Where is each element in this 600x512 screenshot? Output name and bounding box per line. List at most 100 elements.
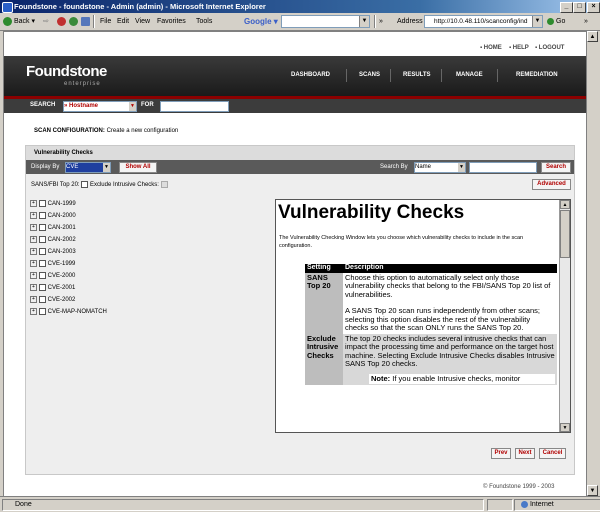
scroll-down-icon[interactable]: ▼ bbox=[560, 423, 570, 432]
minimize-button[interactable]: _ bbox=[560, 2, 573, 13]
tree-item-label: CAN-2002 bbox=[47, 237, 76, 244]
description-cell: Choose this option to automatically sele… bbox=[343, 272, 557, 334]
back-button[interactable]: Back ▾ bbox=[3, 16, 35, 27]
go-button[interactable]: Go bbox=[547, 16, 565, 27]
tree-checkbox[interactable] bbox=[39, 200, 46, 207]
home-icon bbox=[81, 16, 90, 26]
help-link[interactable]: ▪ HELP bbox=[509, 45, 529, 51]
vuln-search-input[interactable] bbox=[469, 162, 537, 173]
advanced-button[interactable]: Advanced bbox=[532, 179, 571, 190]
prev-button[interactable]: Prev bbox=[491, 448, 511, 459]
tree-item[interactable]: + CVE-1999 bbox=[30, 260, 75, 267]
scroll-up-icon[interactable]: ▲ bbox=[560, 200, 570, 209]
tree-checkbox[interactable] bbox=[39, 296, 46, 303]
tree-item[interactable]: + CVE-2002 bbox=[30, 296, 75, 303]
window-title-bar: Foundstone - foundstone - Admin (admin) … bbox=[0, 0, 600, 13]
search-field-select[interactable]: » Hostname ▼ bbox=[63, 101, 137, 112]
top-utility-nav: ▪ HOME ▪ HELP ▪ LOGOUT bbox=[4, 32, 587, 56]
home-button[interactable] bbox=[81, 16, 92, 27]
tree-item-label: CVE-2000 bbox=[47, 273, 76, 280]
tree-item[interactable]: + CAN-2003 bbox=[30, 248, 76, 255]
home-link[interactable]: ▪ HOME bbox=[480, 45, 502, 51]
browser-content: ▪ HOME ▪ HELP ▪ LOGOUT Foundstone enterp… bbox=[3, 31, 588, 498]
sans-top20-checkbox[interactable] bbox=[81, 181, 89, 188]
search-by-select[interactable]: Name ▼ bbox=[414, 162, 466, 173]
nav-results[interactable]: RESULTS bbox=[403, 72, 431, 78]
logout-link[interactable]: ▪ LOGOUT bbox=[535, 45, 564, 51]
tree-item-label: CAN-2000 bbox=[47, 213, 76, 220]
nav-manage[interactable]: MANAGE bbox=[456, 72, 483, 78]
expand-icon[interactable]: + bbox=[30, 224, 37, 231]
tree-checkbox[interactable] bbox=[39, 248, 46, 255]
next-button[interactable]: Next bbox=[515, 448, 535, 459]
tree-item[interactable]: + CVE-MAP-NOMATCH bbox=[30, 308, 107, 315]
description-paragraph: Choose this option to automatically sele… bbox=[345, 272, 551, 299]
ie-logo-icon: » bbox=[379, 18, 383, 25]
menu-view[interactable]: View bbox=[135, 16, 150, 27]
expand-icon[interactable]: + bbox=[30, 212, 37, 219]
tree-item-label: CVE-2001 bbox=[47, 285, 76, 292]
tree-checkbox[interactable] bbox=[39, 212, 46, 219]
tree-item[interactable]: + CVE-2001 bbox=[30, 284, 75, 291]
nav-remediation[interactable]: REMEDIATION bbox=[516, 72, 558, 78]
menu-file[interactable]: File bbox=[100, 16, 111, 27]
page-scrollbar[interactable]: ▲ ▼ bbox=[586, 31, 599, 496]
tree-item[interactable]: + CVE-2000 bbox=[30, 272, 75, 279]
address-input[interactable]: http://10.0.48.110/scanconfig/ind ▼ bbox=[424, 15, 543, 28]
search-input[interactable] bbox=[160, 101, 229, 112]
tree-checkbox[interactable] bbox=[39, 224, 46, 231]
security-zone: Internet bbox=[514, 499, 600, 511]
scroll-thumb[interactable] bbox=[560, 210, 570, 258]
forward-button[interactable]: ⇨ bbox=[43, 16, 49, 27]
nav-scans[interactable]: SCANS bbox=[359, 72, 380, 78]
expand-icon[interactable]: + bbox=[30, 296, 37, 303]
cancel-button[interactable]: Cancel bbox=[539, 448, 566, 459]
tree-checkbox[interactable] bbox=[39, 272, 46, 279]
expand-icon[interactable]: + bbox=[30, 248, 37, 255]
tree-item[interactable]: + CAN-2002 bbox=[30, 236, 76, 243]
expand-icon[interactable]: + bbox=[30, 200, 37, 207]
expand-icon[interactable]: + bbox=[30, 236, 37, 243]
search-button[interactable]: Search bbox=[541, 162, 571, 173]
scroll-down-icon[interactable]: ▼ bbox=[587, 485, 598, 496]
for-label: FOR bbox=[141, 102, 154, 108]
globe-icon bbox=[521, 500, 528, 508]
stop-icon bbox=[57, 16, 66, 26]
expand-icon[interactable]: + bbox=[30, 308, 37, 315]
google-toolbar-button[interactable]: Google ▾ bbox=[244, 16, 278, 27]
sans-top20-label: SANS/FBI Top 20: bbox=[31, 182, 80, 189]
nav-dashboard[interactable]: DASHBOARD bbox=[291, 72, 330, 78]
address-label: Address bbox=[397, 18, 423, 25]
menu-tools[interactable]: Tools bbox=[196, 16, 212, 27]
tree-checkbox[interactable] bbox=[39, 308, 46, 315]
close-button[interactable]: × bbox=[587, 2, 600, 13]
show-all-button[interactable]: Show All bbox=[119, 162, 157, 173]
display-by-select[interactable]: CVE ▼ bbox=[65, 162, 111, 173]
links-chevron[interactable]: » bbox=[584, 16, 588, 27]
stop-button[interactable] bbox=[57, 16, 68, 27]
menu-edit[interactable]: Edit bbox=[117, 16, 129, 27]
help-scrollbar[interactable]: ▲ ▼ bbox=[559, 200, 570, 432]
tree-checkbox[interactable] bbox=[39, 260, 46, 267]
refresh-button[interactable] bbox=[69, 16, 80, 27]
expand-icon[interactable]: + bbox=[30, 272, 37, 279]
menu-favorites[interactable]: Favorites bbox=[157, 16, 186, 27]
maximize-button[interactable]: □ bbox=[573, 2, 586, 13]
nav-separator bbox=[441, 69, 442, 82]
google-search-input[interactable]: ▼ bbox=[281, 15, 370, 28]
tree-item[interactable]: + CAN-1999 bbox=[30, 200, 76, 207]
expand-icon[interactable]: + bbox=[30, 260, 37, 267]
table-row: Exclude Intrusive Checks The top 20 chec… bbox=[305, 333, 557, 385]
browser-toolbar: Back ▾ ⇨ File Edit View Favorites Tools … bbox=[0, 13, 600, 31]
tree-item[interactable]: + CAN-2000 bbox=[30, 212, 76, 219]
setting-cell: SANS Top 20 bbox=[305, 272, 343, 334]
expand-icon[interactable]: + bbox=[30, 284, 37, 291]
help-settings-table: Setting Description SANS Top 20 Choose t… bbox=[305, 264, 557, 385]
nav-separator bbox=[390, 69, 391, 82]
note-label: Note: bbox=[371, 373, 391, 383]
tree-checkbox[interactable] bbox=[39, 284, 46, 291]
tree-item[interactable]: + CAN-2001 bbox=[30, 224, 76, 231]
scroll-up-icon[interactable]: ▲ bbox=[587, 31, 598, 42]
tree-checkbox[interactable] bbox=[39, 236, 46, 243]
exclude-intrusive-checkbox[interactable] bbox=[160, 181, 168, 188]
